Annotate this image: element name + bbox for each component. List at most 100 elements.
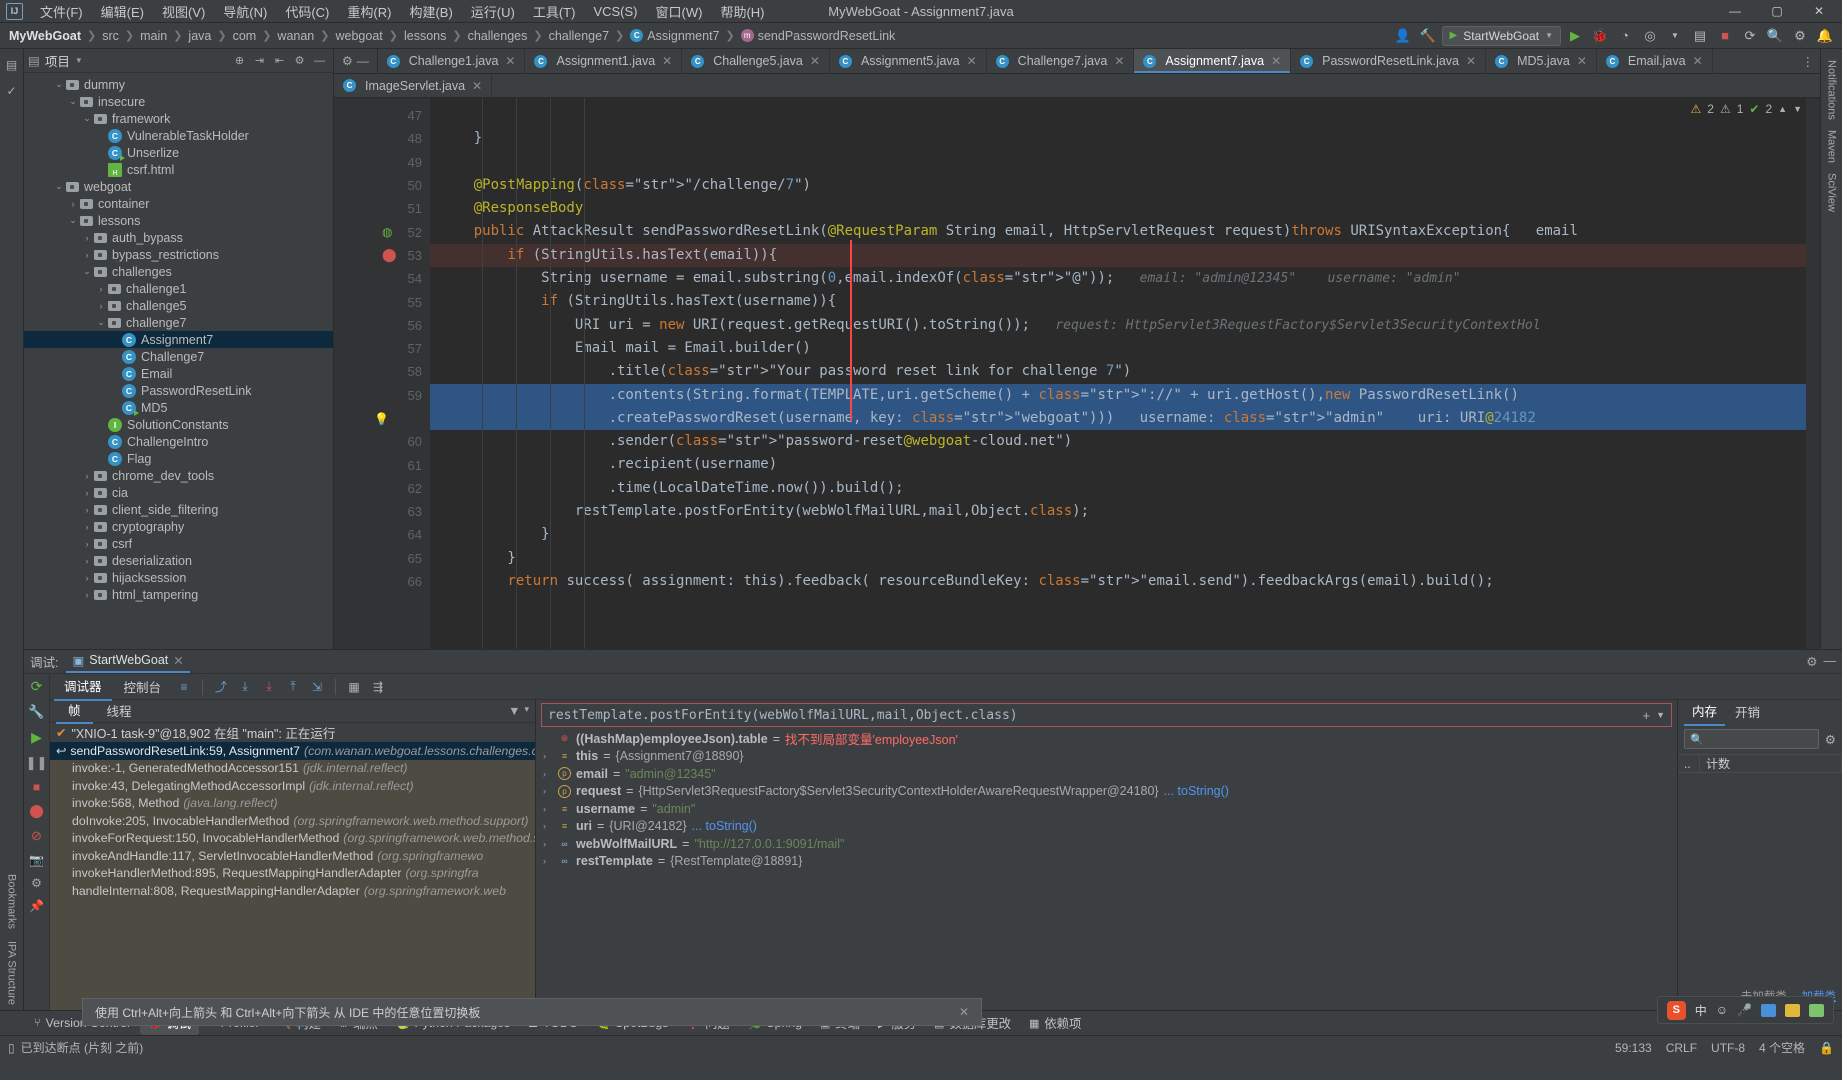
- memory-settings-icon[interactable]: ⚙: [1825, 732, 1836, 747]
- tab-memory[interactable]: 内存: [1684, 699, 1726, 726]
- editor-tab-passwordresetlink[interactable]: C PasswordResetLink.java ✕: [1291, 49, 1487, 73]
- tree-toggle-icon[interactable]: ›: [80, 488, 94, 498]
- tree-node-deserialization[interactable]: › deserialization: [24, 552, 333, 569]
- gutter-line-55[interactable]: 55: [334, 290, 430, 313]
- stack-frame-row[interactable]: invoke:43, DelegatingMethodAccessorImpl …: [50, 777, 535, 795]
- close-icon[interactable]: ✕: [810, 54, 820, 68]
- force-step-into-icon[interactable]: ⤓: [258, 677, 280, 697]
- menu-item-run[interactable]: 运行(U): [462, 0, 524, 23]
- menu-item-code[interactable]: 代码(C): [276, 0, 338, 23]
- close-icon[interactable]: ✕: [173, 653, 183, 668]
- minimize-button[interactable]: —: [1714, 0, 1756, 23]
- breadcrumb-challenges[interactable]: challenges: [465, 28, 531, 44]
- hammer-icon[interactable]: 🔨: [1417, 26, 1439, 46]
- ime-mode-label[interactable]: 中: [1695, 1002, 1707, 1019]
- breadcrumb-lessons[interactable]: lessons: [401, 28, 449, 44]
- tree-node-assignment7[interactable]: C Assignment7: [24, 331, 333, 348]
- tree-node-container[interactable]: › container: [24, 195, 333, 212]
- code-line-65[interactable]: }: [430, 547, 1820, 570]
- rail-label-notifications[interactable]: Notifications: [1826, 55, 1838, 125]
- menu-item-vcs[interactable]: VCS(S): [584, 2, 646, 21]
- gutter-line-59[interactable]: 💡: [334, 407, 430, 430]
- breadcrumb-main[interactable]: main: [137, 28, 170, 44]
- gutter-line-62[interactable]: 62: [334, 477, 430, 500]
- close-icon[interactable]: ✕: [1466, 54, 1476, 68]
- code-line-55[interactable]: if (StringUtils.hasText(username)){: [430, 290, 1820, 313]
- code-line-56[interactable]: URI uri = new URI(request.getRequestURI(…: [430, 314, 1820, 337]
- tree-toggle-icon[interactable]: ›: [80, 505, 94, 515]
- commit-tool-icon[interactable]: ✓: [2, 81, 22, 101]
- tree-node-email[interactable]: C Email: [24, 365, 333, 382]
- maximize-button[interactable]: ▢: [1756, 0, 1798, 23]
- tree-node-webgoat[interactable]: ⌄ webgoat: [24, 178, 333, 195]
- editor-tab-challenge5[interactable]: C Challenge5.java ✕: [682, 49, 830, 73]
- tree-node-dummy[interactable]: ⌄ dummy: [24, 76, 333, 93]
- tree-node-flag[interactable]: C Flag: [24, 450, 333, 467]
- tree-toggle-icon[interactable]: ⌄: [66, 215, 80, 226]
- filter-icon[interactable]: ▼: [508, 704, 520, 718]
- stack-frame-row[interactable]: invokeHandlerMethod:895, RequestMappingH…: [50, 865, 535, 883]
- lock-icon[interactable]: 🔒: [1819, 1041, 1834, 1055]
- tree-node-csrf[interactable]: › csrf: [24, 535, 333, 552]
- tab-threads[interactable]: 线程: [95, 699, 144, 723]
- code-line-53[interactable]: if (StringUtils.hasText(email)){: [430, 243, 1820, 268]
- tree-toggle-icon[interactable]: ›: [80, 573, 94, 583]
- menu-item-refactor[interactable]: 重构(R): [338, 0, 400, 23]
- editor-tab-assignment1[interactable]: C Assignment1.java ✕: [525, 49, 683, 73]
- expand-toggle-icon[interactable]: ›: [543, 856, 553, 866]
- expand-toggle-icon[interactable]: ›: [543, 839, 553, 849]
- code-line-51[interactable]: @ResponseBody: [430, 197, 1820, 220]
- rail-label-maven[interactable]: Maven: [1826, 125, 1838, 168]
- tree-node-lessons[interactable]: ⌄ lessons: [24, 212, 333, 229]
- thread-row[interactable]: ✔ "XNIO-1 task-9"@18,902 在组 "main": 正在运行: [50, 723, 535, 742]
- tree-node-cryptography[interactable]: › cryptography: [24, 518, 333, 535]
- close-icon[interactable]: ✕: [472, 79, 482, 93]
- emoji-icon[interactable]: ☺: [1716, 1003, 1728, 1017]
- inspection-widget[interactable]: ⚠ 2 ⚠ 1 ✔ 2 ▲ ▼: [1691, 102, 1803, 116]
- caret-position[interactable]: 59:133: [1615, 1041, 1652, 1055]
- close-icon[interactable]: ✕: [505, 54, 515, 68]
- variable-tostring-link[interactable]: ... toString(): [1164, 784, 1229, 798]
- debug-settings-wrench-icon[interactable]: 🔧: [28, 704, 44, 720]
- expand-toggle-icon[interactable]: ›: [543, 751, 553, 761]
- close-icon[interactable]: ✕: [1577, 54, 1587, 68]
- stack-frame-row[interactable]: invokeForRequest:150, InvocableHandlerMe…: [50, 830, 535, 848]
- breadcrumb-project[interactable]: MyWebGoat: [6, 28, 84, 44]
- editor-hide-icon[interactable]: —: [357, 54, 369, 68]
- debug-icon[interactable]: 🐞: [1589, 26, 1611, 46]
- editor-tab-email[interactable]: C Email.java ✕: [1597, 49, 1713, 73]
- pause-icon[interactable]: ❚❚: [26, 755, 48, 771]
- step-over-icon[interactable]: ⤴: [210, 677, 232, 697]
- chevron-down-icon[interactable]: ▼: [1793, 104, 1802, 114]
- tab-frames[interactable]: 帧: [56, 698, 93, 724]
- code-line-47[interactable]: [430, 104, 1820, 127]
- close-icon[interactable]: ✕: [1114, 54, 1124, 68]
- chevron-up-icon[interactable]: ▲: [1778, 104, 1787, 114]
- tree-node-framework[interactable]: ⌄ framework: [24, 110, 333, 127]
- layout-icon[interactable]: ▤: [1689, 26, 1711, 46]
- code-line-58[interactable]: .title(class="str">"Your password reset …: [430, 360, 1820, 383]
- editor-tab-assignment7[interactable]: C Assignment7.java ✕: [1134, 49, 1292, 73]
- frames-list[interactable]: ↩ sendPasswordResetLink:59, Assignment7 …: [50, 742, 535, 1010]
- variable-row[interactable]: › ≡ this = {Assignment7@18890}: [536, 748, 1677, 766]
- tree-node-auth-bypass[interactable]: › auth_bypass: [24, 229, 333, 246]
- editor-scrollbar[interactable]: [1806, 98, 1820, 649]
- code-line-64[interactable]: }: [430, 523, 1820, 546]
- hide-panel-icon[interactable]: —: [310, 51, 329, 70]
- expand-toggle-icon[interactable]: ›: [543, 769, 553, 779]
- expand-toggle-icon[interactable]: ›: [543, 804, 553, 814]
- rerun-icon[interactable]: ⟳: [31, 678, 43, 695]
- tree-toggle-icon[interactable]: ›: [94, 284, 108, 294]
- close-icon[interactable]: ✕: [1693, 54, 1703, 68]
- add-watch-icon[interactable]: +: [1642, 708, 1650, 723]
- expand-toggle-icon[interactable]: ›: [543, 786, 553, 796]
- tree-toggle-icon[interactable]: ›: [80, 233, 94, 243]
- editor-tab-assignment5[interactable]: C Assignment5.java ✕: [830, 49, 987, 73]
- menu-item-window[interactable]: 窗口(W): [647, 0, 712, 23]
- code-editor[interactable]: 47 48 49 50 51 ◍ 52 ⬤ 53 54 55 56 57 58 59 💡 60 61 62 63 64 6…: [334, 98, 1820, 649]
- gutter-line-52[interactable]: ◍ 52: [334, 220, 430, 243]
- gutter-line-58[interactable]: 58: [334, 360, 430, 383]
- variables-list[interactable]: ⊗ ((HashMap)employeeJson).table = 找不到局部变量'e…: [536, 727, 1677, 1010]
- tab-debugger[interactable]: 调试器: [54, 673, 112, 701]
- code-line-62[interactable]: .time(LocalDateTime.now()).build();: [430, 477, 1820, 500]
